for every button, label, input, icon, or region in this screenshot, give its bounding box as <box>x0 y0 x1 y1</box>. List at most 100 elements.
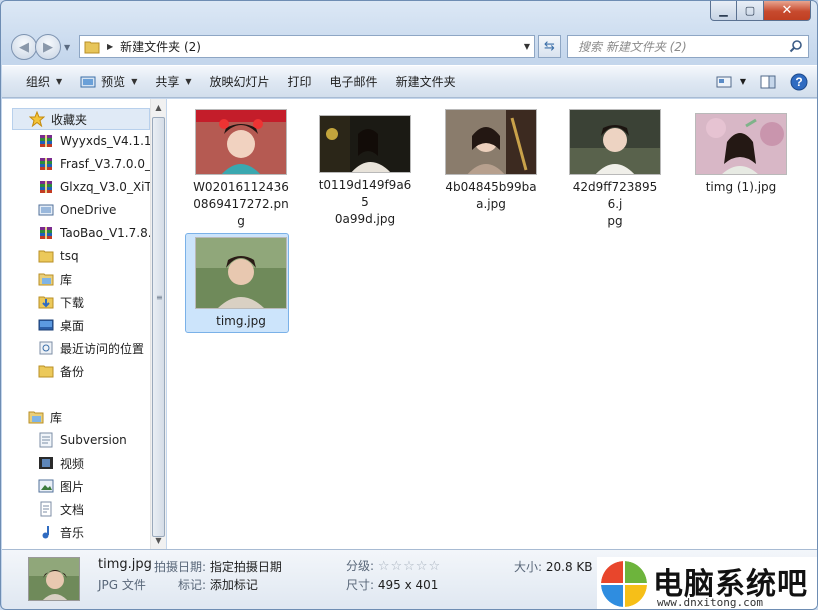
nav-item[interactable]: tsq <box>38 245 150 267</box>
recent-pages-dropdown[interactable]: ▼ <box>64 43 70 52</box>
scroll-down-arrow-icon[interactable]: ▼ <box>151 532 166 549</box>
details-thumbnail <box>28 557 80 601</box>
breadcrumb-arrow-icon[interactable]: ▶ <box>107 42 113 51</box>
nav-item[interactable]: 视频 <box>38 452 150 474</box>
details-size: 大小: 20.8 KB <box>514 558 593 575</box>
search-input[interactable]: 搜索 新建文件夹 (2) <box>567 35 809 58</box>
organize-menu[interactable]: 组织 ▼ <box>2 66 71 97</box>
share-label: 共享 <box>155 75 180 89</box>
scroll-up-arrow-icon[interactable]: ▲ <box>151 99 166 116</box>
file-item[interactable]: 42d9ff7238956.j pg <box>563 109 667 230</box>
file-name: W02016112436 0869417272.pn g <box>193 180 289 228</box>
print-button[interactable]: 打印 <box>279 66 321 97</box>
nav-item-label: 备份 <box>60 364 85 379</box>
file-item[interactable]: t0119d149f9a65 0a99d.jpg <box>313 115 417 228</box>
refresh-button[interactable]: ⇆ <box>538 35 561 58</box>
details-filetype: JPG 文件 <box>98 576 146 593</box>
nav-item-label: OneDrive <box>60 203 117 217</box>
scroll-thumb[interactable]: ≡ <box>152 117 165 537</box>
details-rating: 分级: ☆☆☆☆☆ <box>346 557 441 574</box>
windows-logo-icon <box>601 561 647 607</box>
nav-item[interactable]: 文档 <box>38 498 150 520</box>
nav-item[interactable]: 下载 <box>38 291 150 313</box>
nav-item[interactable]: Subversion <box>38 429 150 451</box>
nav-item-label: 下载 <box>60 295 85 310</box>
file-view: W02016112436 0869417272.pn g t0119d149f9a… <box>167 99 817 549</box>
nav-item[interactable]: Wyyxds_V4.1.1.1 <box>38 130 150 152</box>
file-name: 4b04845b99ba a.jpg <box>445 180 537 211</box>
search-icon[interactable] <box>789 39 803 53</box>
file-thumbnail <box>319 115 411 173</box>
file-item[interactable]: timg (1).jpg <box>689 113 793 196</box>
file-thumbnail <box>445 109 537 175</box>
back-arrow-icon: ◀ <box>19 39 29 55</box>
change-view-button[interactable]: ▼ <box>716 75 746 89</box>
watermark: 电脑系统吧 www.dnxitong.com <box>597 557 817 609</box>
close-button[interactable]: ✕ <box>764 1 811 21</box>
nav-libraries[interactable]: 库 <box>28 406 62 428</box>
file-item[interactable]: 4b04845b99ba a.jpg <box>439 109 543 213</box>
explorer-window: ▁ ▢ ✕ ◀ ▶ ▼ ▶ 新建文件夹 (2) ▼ ⇆ 搜索 新建文件夹 (2)… <box>0 0 818 610</box>
forward-button[interactable]: ▶ <box>35 34 61 60</box>
details-filename: timg.jpg <box>98 557 152 572</box>
command-bar: 组织 ▼ 预览 ▼ 共享 ▼ 放映幻灯片 打印 电子邮件 新建文件夹 ▼ ? <box>2 65 817 98</box>
nav-item[interactable]: 音乐 <box>38 521 150 543</box>
nav-item[interactable]: 最近访问的位置 <box>38 337 150 359</box>
file-thumbnail <box>195 109 287 175</box>
nav-item[interactable]: 图片 <box>38 475 150 497</box>
nav-favorites[interactable]: 收藏夹 <box>12 108 150 130</box>
nav-item-label: 文档 <box>60 502 85 517</box>
nav-item[interactable]: 库 <box>38 268 150 290</box>
music-icon <box>38 524 54 540</box>
file-thumbnail <box>569 109 661 175</box>
video-icon <box>38 455 54 471</box>
file-item[interactable]: W02016112436 0869417272.pn g <box>189 109 293 230</box>
dimensions-value: 495 x 401 <box>377 578 439 592</box>
nav-item[interactable]: 桌面 <box>38 314 150 336</box>
email-button[interactable]: 电子邮件 <box>321 66 387 97</box>
new-folder-button[interactable]: 新建文件夹 <box>387 66 465 97</box>
rating-stars[interactable]: ☆☆☆☆☆ <box>378 559 441 574</box>
file-name: timg.jpg <box>216 314 266 328</box>
rating-label: 分级: <box>346 559 375 573</box>
minimize-button[interactable]: ▁ <box>710 1 737 21</box>
nav-item[interactable]: OneDrive <box>38 199 150 221</box>
share-menu[interactable]: 共享 ▼ <box>146 66 200 97</box>
folder-icon <box>84 41 100 53</box>
file-name: 42d9ff7238956.j pg <box>572 180 658 228</box>
nav-item-label: Frasf_V3.7.0.0_X <box>60 157 150 171</box>
preview-icon <box>80 76 96 87</box>
nav-favorites-label: 收藏夹 <box>51 112 88 127</box>
nav-item[interactable]: Glxzq_V3.0_XiTo <box>38 176 150 198</box>
nav-scrollbar[interactable]: ▲ ≡ ▼ <box>150 99 166 549</box>
tag-value[interactable]: 添加标记 <box>210 578 258 592</box>
back-button[interactable]: ◀ <box>11 34 37 60</box>
chevron-down-icon: ▼ <box>185 77 192 86</box>
address-bar[interactable]: ▶ 新建文件夹 (2) ▼ <box>79 35 535 58</box>
recent-icon <box>38 340 54 356</box>
slideshow-button[interactable]: 放映幻灯片 <box>201 66 279 97</box>
nav-item-label: Wyyxds_V4.1.1.1 <box>60 134 150 148</box>
forward-arrow-icon: ▶ <box>43 39 53 55</box>
help-icon[interactable]: ? <box>790 73 808 91</box>
preview-menu[interactable]: 预览 ▼ <box>71 66 146 97</box>
nav-item-label: 库 <box>60 272 73 287</box>
caption-buttons: ▁ ▢ ✕ <box>710 1 811 21</box>
file-item[interactable]: timg.jpg <box>185 233 293 333</box>
nav-item-label: 最近访问的位置 <box>60 341 145 356</box>
view-controls: ▼ ? <box>716 66 808 97</box>
nav-item-label: TaoBao_V1.7.8. <box>60 226 150 240</box>
nav-item[interactable]: Frasf_V3.7.0.0_X <box>38 153 150 175</box>
preview-label: 预览 <box>101 75 126 89</box>
tag-label: 标记: <box>178 578 207 592</box>
preview-pane-icon[interactable] <box>760 75 776 89</box>
nav-item[interactable]: TaoBao_V1.7.8. <box>38 222 150 244</box>
breadcrumb-current[interactable]: 新建文件夹 (2) <box>120 38 201 55</box>
address-dropdown-icon[interactable]: ▼ <box>524 42 530 51</box>
nav-item-label: tsq <box>60 249 79 263</box>
nav-item[interactable]: 备份 <box>38 360 150 382</box>
nav-item-label: 音乐 <box>60 525 85 540</box>
date-value[interactable]: 指定拍摄日期 <box>210 560 282 574</box>
maximize-button[interactable]: ▢ <box>737 1 764 21</box>
onedrive-icon <box>38 202 54 218</box>
